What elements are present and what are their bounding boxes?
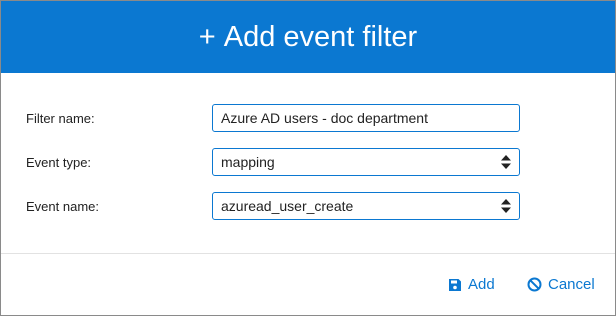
dialog-footer: Add Cancel [1,254,615,315]
event-type-select[interactable]: mapping [212,148,520,176]
dialog-title: Add event filter [223,20,418,53]
ban-icon [527,277,542,292]
event-name-value: azuread_user_create [221,198,354,214]
event-name-row: Event name: azuread_user_create [26,192,520,220]
event-name-label: Event name: [26,198,99,214]
add-button-label: Add [468,276,495,293]
dialog-header: + Add event filter [1,1,615,73]
event-type-label: Event type: [26,154,92,170]
cancel-button-label: Cancel [548,276,595,293]
event-name-select[interactable]: azuread_user_create [212,192,520,220]
floppy-disk-icon [449,278,461,291]
sort-arrows-icon [501,199,511,213]
filter-name-input[interactable]: Azure AD users - doc department [212,104,520,132]
filter-name-label: Filter name: [26,110,95,126]
cancel-button[interactable]: Cancel [527,276,595,293]
plus-sign: + [198,20,216,53]
filter-name-row: Filter name: Azure AD users - doc depart… [26,104,520,132]
add-button[interactable]: Add [448,276,495,293]
filter-name-value: Azure AD users - doc department [221,110,428,126]
event-type-row: Event type: mapping [26,148,520,176]
add-event-filter-dialog: + Add event filter Filter name: Azure AD… [0,0,616,316]
dialog-body: Filter name: Azure AD users - doc depart… [1,73,615,254]
event-type-value: mapping [221,154,275,170]
sort-arrows-icon [501,155,511,169]
